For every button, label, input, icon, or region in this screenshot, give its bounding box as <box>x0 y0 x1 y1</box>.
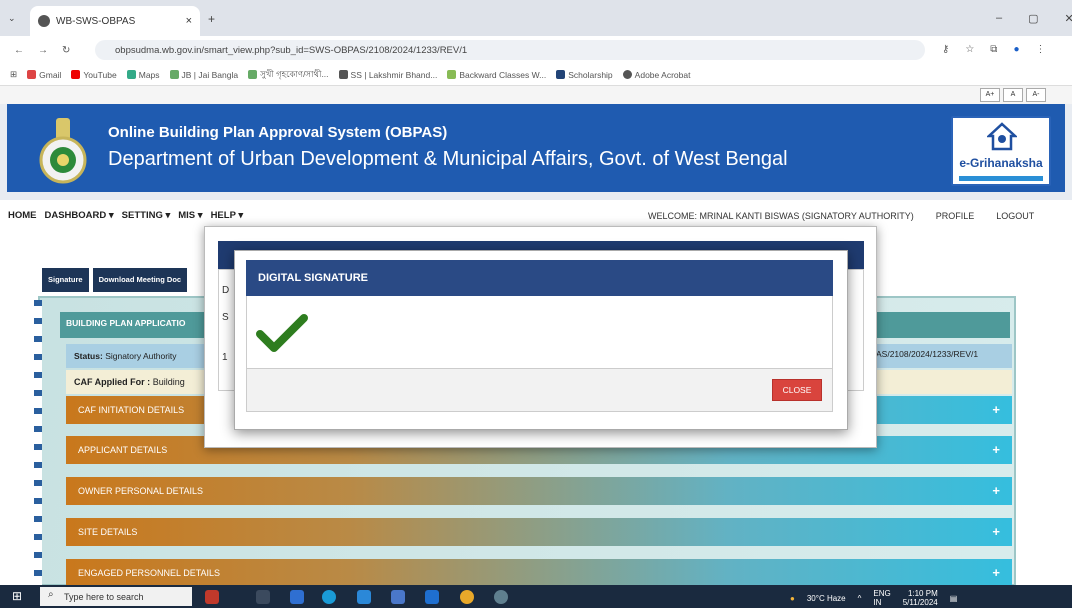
weather-text[interactable]: 30°C Haze <box>807 594 846 603</box>
bookmark-youtube[interactable]: YouTube <box>71 70 117 80</box>
browser-tab[interactable]: WB-SWS-OBPAS × <box>30 6 200 36</box>
bookmark-adobe-acrobat[interactable]: Adobe Acrobat <box>622 70 690 80</box>
windows-start-icon[interactable]: ⊞ <box>12 589 22 603</box>
apps-icon[interactable]: ⊞ <box>10 69 17 80</box>
section-engaged-personnel-details[interactable]: ENGAGED PERSONNEL DETAILS + <box>66 559 1012 587</box>
expand-icon[interactable]: + <box>992 483 1000 498</box>
copilot-icon[interactable] <box>290 590 304 604</box>
window-controls: – ▢ ✕ <box>996 12 1072 25</box>
font-normal-button[interactable]: A <box>1003 88 1023 102</box>
extensions-icon[interactable]: ⧉ <box>990 44 997 55</box>
font-decrease-button[interactable]: A- <box>1026 88 1046 102</box>
taskbar-search-input[interactable]: Type here to search <box>40 587 192 606</box>
reload-icon[interactable]: ↻ <box>62 45 70 56</box>
bookmark-sukhi[interactable]: সুখী গৃহকোণ/সাথী... <box>248 68 329 82</box>
user-nav: WELCOME: MRINAL KANTI BISWAS (SIGNATORY … <box>648 211 1034 221</box>
outer-row-label: S <box>222 312 229 323</box>
clock[interactable]: 1:10 PM 5/11/2024 <box>903 589 938 607</box>
url-input[interactable]: obpsudma.wb.gov.in/smart_view.php?sub_id… <box>95 40 925 60</box>
file-explorer-icon[interactable] <box>391 590 405 604</box>
tab-download-meeting-doc[interactable]: Download Meeting Doc <box>92 268 188 292</box>
status-label: Status: <box>74 351 103 361</box>
success-check-icon <box>256 314 308 352</box>
expand-icon[interactable]: + <box>992 402 1000 417</box>
nav-mis[interactable]: MIS ▾ <box>178 210 202 221</box>
system-tray: ● 30°C Haze ^ ENG IN 1:10 PM 5/11/2024 ▤ <box>790 589 957 607</box>
tab-list-chevron-icon[interactable]: ⌄ <box>8 13 16 24</box>
nav-dashboard[interactable]: DASHBOARD ▾ <box>45 210 114 221</box>
department-title: Department of Urban Development & Munici… <box>108 148 788 170</box>
tab-signature[interactable]: Signature <box>42 268 89 292</box>
maximize-button[interactable]: ▢ <box>1028 12 1038 25</box>
dialog-footer <box>246 368 833 412</box>
font-increase-button[interactable]: A+ <box>980 88 1000 102</box>
caf-value: Building <box>152 377 185 387</box>
language-indicator[interactable]: ENG IN <box>873 589 890 607</box>
close-window-button[interactable]: ✕ <box>1065 12 1072 25</box>
menu-icon[interactable]: ⋮ <box>1035 44 1045 55</box>
bookmark-lakshmir-bhandar[interactable]: SS | Lakshmir Bhand... <box>338 70 437 80</box>
dialog-title: DIGITAL SIGNATURE <box>246 260 833 296</box>
bookmark-backward-classes[interactable]: Backward Classes W... <box>447 70 546 80</box>
panel-heading: BUILDING PLAN APPLICATIO <box>66 318 186 328</box>
action-tabs: Signature Download Meeting Doc <box>42 268 188 292</box>
welcome-text: WELCOME: MRINAL KANTI BISWAS (SIGNATORY … <box>648 211 914 221</box>
bookmark-jai-bangla[interactable]: JB | Jai Bangla <box>169 70 238 80</box>
chrome-icon[interactable] <box>460 590 474 604</box>
dialog-body <box>246 296 833 368</box>
settings-app-icon[interactable] <box>494 590 508 604</box>
key-icon[interactable]: ⚷ <box>942 44 949 55</box>
status-value: Signatory Authority <box>105 351 177 361</box>
notifications-icon[interactable]: ▤ <box>950 594 958 603</box>
star-icon[interactable]: ☆ <box>965 44 974 55</box>
nav-setting[interactable]: SETTING ▾ <box>122 210 171 221</box>
tab-close-icon[interactable]: × <box>186 15 192 27</box>
logout-link[interactable]: LOGOUT <box>996 211 1034 221</box>
outer-row-label: D <box>222 285 230 296</box>
minimize-button[interactable]: – <box>996 12 1002 25</box>
e-grihanaksha-logo: e-Grihanaksha <box>951 116 1051 186</box>
profile-icon[interactable]: ● <box>1013 44 1019 55</box>
section-owner-personal-details[interactable]: OWNER PERSONAL DETAILS + <box>66 477 1012 505</box>
outer-row-label: 1 <box>222 352 228 363</box>
forward-icon[interactable]: → <box>38 45 48 56</box>
browser-actions: ⚷ ☆ ⧉ ● ⋮ <box>942 44 1045 55</box>
mail-icon[interactable] <box>425 590 439 604</box>
bookmark-scholarship[interactable]: Scholarship <box>556 70 613 80</box>
system-title: Online Building Plan Approval System (OB… <box>108 124 448 141</box>
font-size-controls: A+ A A- <box>980 88 1046 102</box>
weather-icon[interactable]: ● <box>790 594 795 603</box>
new-tab-button[interactable]: + <box>208 12 215 26</box>
profile-link[interactable]: PROFILE <box>936 211 975 221</box>
house-icon <box>987 122 1017 151</box>
caf-label: CAF Applied For : <box>74 377 151 387</box>
task-view-icon[interactable] <box>256 590 270 604</box>
tab-title: WB-SWS-OBPAS <box>56 15 136 27</box>
top-strip <box>0 86 1072 104</box>
bookmark-gmail[interactable]: Gmail <box>27 70 61 80</box>
calendar-app-icon[interactable] <box>205 590 219 604</box>
expand-icon[interactable]: + <box>992 442 1000 457</box>
back-icon[interactable]: ← <box>14 45 24 56</box>
logo-text: e-Grihanaksha <box>959 156 1043 170</box>
expand-icon[interactable]: + <box>992 565 1000 580</box>
application-number: AS/2108/2024/1233/REV/1 <box>876 349 979 359</box>
expand-icon[interactable]: + <box>992 524 1000 539</box>
store-icon[interactable] <box>357 590 371 604</box>
search-icon: ⌕ <box>48 589 54 600</box>
logo-strip <box>959 176 1043 181</box>
tray-chevron-icon[interactable]: ^ <box>858 594 862 603</box>
nav-help[interactable]: HELP ▾ <box>211 210 244 221</box>
globe-icon <box>38 15 50 27</box>
section-site-details[interactable]: SITE DETAILS + <box>66 518 1012 546</box>
bookmark-maps[interactable]: Maps <box>126 70 160 80</box>
panel-border-decoration <box>34 300 42 585</box>
bookmarks-bar: ⊞ Gmail YouTube Maps JB | Jai Bangla সুখ… <box>0 64 1072 86</box>
west-bengal-emblem-icon <box>39 118 87 184</box>
close-button[interactable]: CLOSE <box>772 379 822 401</box>
nav-home[interactable]: HOME <box>8 210 37 221</box>
edge-icon[interactable] <box>322 590 336 604</box>
